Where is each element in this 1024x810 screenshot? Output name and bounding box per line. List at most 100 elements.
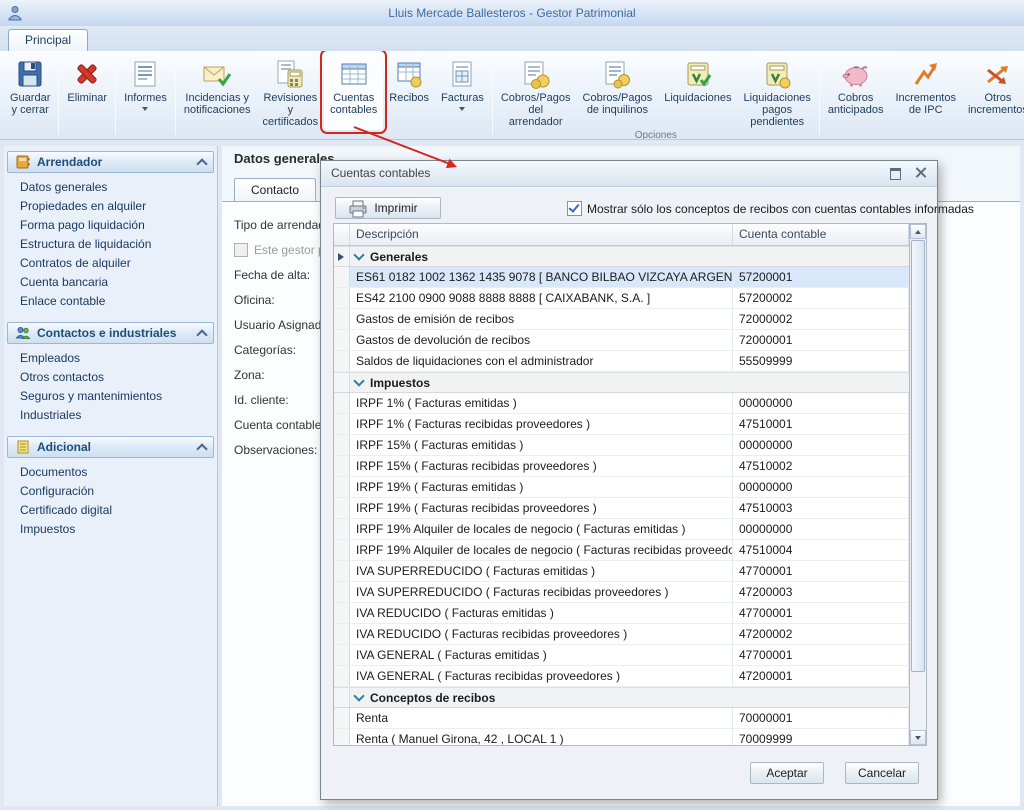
header-cuenta-contable[interactable]: Cuenta contable — [733, 224, 909, 245]
table-row[interactable]: IVA REDUCIDO ( Facturas emitidas )477000… — [334, 603, 909, 624]
table-row[interactable]: Renta ( Manuel Girona, 42 , LOCAL 1 )700… — [334, 729, 909, 745]
table-row[interactable]: IVA GENERAL ( Facturas emitidas )4770000… — [334, 645, 909, 666]
chevron-expanded-icon[interactable] — [353, 690, 364, 701]
table-row[interactable]: Gastos de devolución de recibos72000001 — [334, 330, 909, 351]
dialog-restore-icon[interactable] — [887, 166, 903, 180]
tab-principal[interactable]: Principal — [8, 29, 88, 51]
sidebar-item-propiedades-en-alquiler[interactable]: Propiedades en alquiler — [4, 197, 217, 216]
table-row[interactable]: Renta70000001 — [334, 708, 909, 729]
sidebar-item-empleados[interactable]: Empleados — [4, 349, 217, 368]
ribbon-button-incidencias-y-notificaciones[interactable]: Incidencias y notificaciones — [178, 53, 257, 130]
ribbon-button-label: Revisiones y certificados — [263, 92, 319, 128]
ribbon-button-cobros-pagos-del-arrendador[interactable]: Cobros/Pagos del arrendador — [495, 53, 577, 130]
row-gutter — [334, 288, 350, 308]
header-descripcion[interactable]: Descripción — [350, 224, 733, 245]
table-row[interactable]: IRPF 19% Alquiler de locales de negocio … — [334, 540, 909, 561]
cell-descripcion: IRPF 15% ( Facturas recibidas proveedore… — [350, 456, 733, 476]
table-group-row-conceptos-de-recibos[interactable]: Conceptos de recibos — [334, 687, 909, 708]
chevron-expanded-icon[interactable] — [353, 249, 364, 260]
notepad-icon — [15, 439, 31, 455]
tab-contacto[interactable]: Contacto — [234, 178, 316, 201]
sidebar-item-contratos-de-alquiler[interactable]: Contratos de alquiler — [4, 254, 217, 273]
dialog-titlebar[interactable]: Cuentas contables — [321, 161, 937, 187]
ribbon-button-label: Liquidaciones pagos pendientes — [744, 92, 811, 128]
ribbon-button-label: Cobros/Pagos del arrendador — [501, 92, 571, 128]
sidebar-group-arrendador[interactable]: Arrendador — [7, 151, 214, 173]
table-row[interactable]: IRPF 19% Alquiler de locales de negocio … — [334, 519, 909, 540]
dropdown-caret-icon — [142, 107, 148, 111]
sidebar-item-seguros-y-mantenimientos[interactable]: Seguros y mantenimientos — [4, 387, 217, 406]
sidebar-item-datos-generales[interactable]: Datos generales — [4, 178, 217, 197]
table-row[interactable]: IVA SUPERREDUCIDO ( Facturas recibidas p… — [334, 582, 909, 603]
ribbon-button-liquidaciones-pagos-pendientes[interactable]: Liquidaciones pagos pendientes — [738, 53, 817, 130]
sidebar-item-impuestos[interactable]: Impuestos — [4, 520, 217, 539]
ribbon-button-revisiones-y-certificados[interactable]: Revisiones y certificados — [257, 53, 325, 130]
table-row[interactable]: Saldos de liquidaciones con el administr… — [334, 351, 909, 372]
table-row[interactable]: IRPF 15% ( Facturas emitidas )00000000 — [334, 435, 909, 456]
accounts-table-icon — [338, 58, 370, 90]
ribbon-button-label: Recibos — [389, 92, 429, 104]
scroll-up-icon[interactable] — [910, 224, 926, 239]
sidebar-item-certificado-digital[interactable]: Certificado digital — [4, 501, 217, 520]
field-label: Categorías: — [234, 343, 296, 357]
table-scrollbar[interactable] — [909, 224, 926, 745]
ribbon-button-informes[interactable]: Informes — [118, 53, 173, 126]
ribbon-button-cobros-pagos-de-inquilinos[interactable]: Cobros/Pagos de inquilinos — [577, 53, 659, 130]
dialog-close-icon[interactable] — [913, 166, 929, 180]
ribbon-button-cuentas-contables[interactable]: Cuentas contables — [324, 53, 383, 130]
ribbon-group-buttons: Eliminar — [61, 53, 113, 126]
row-gutter — [334, 351, 350, 371]
table-group-row-impuestos[interactable]: Impuestos — [334, 372, 909, 393]
table-row[interactable]: ES42 2100 0900 9088 8888 8888 [ CAIXABAN… — [334, 288, 909, 309]
sidebar-group-adicional[interactable]: Adicional — [7, 436, 214, 458]
print-button[interactable]: Imprimir — [335, 197, 441, 219]
table-row[interactable]: IVA REDUCIDO ( Facturas recibidas provee… — [334, 624, 909, 645]
table-row[interactable]: IRPF 1% ( Facturas recibidas proveedores… — [334, 414, 909, 435]
chevron-expanded-icon[interactable] — [353, 375, 364, 386]
sidebar-item-enlace-contable[interactable]: Enlace contable — [4, 292, 217, 311]
ribbon-button-eliminar[interactable]: Eliminar — [61, 53, 113, 126]
accept-button[interactable]: Aceptar — [750, 762, 824, 784]
ribbon-button-otros-incrementos[interactable]: Otros incrementos — [962, 53, 1024, 126]
ribbon-button-label: Liquidaciones — [664, 92, 731, 104]
ribbon-button-incrementos-de-ipc[interactable]: Incrementos de IPC — [889, 53, 962, 126]
sidebar-item-documentos[interactable]: Documentos — [4, 463, 217, 482]
table-row[interactable]: IRPF 19% ( Facturas recibidas proveedore… — [334, 498, 909, 519]
row-gutter — [334, 435, 350, 455]
scroll-thumb[interactable] — [911, 240, 925, 672]
table-row[interactable]: IRPF 1% ( Facturas emitidas )00000000 — [334, 393, 909, 414]
row-gutter — [334, 519, 350, 539]
cell-descripcion: IRPF 19% ( Facturas recibidas proveedore… — [350, 498, 733, 518]
ribbon-button-liquidaciones[interactable]: Liquidaciones — [658, 53, 737, 130]
ribbon-button-recibos[interactable]: Recibos — [383, 53, 435, 130]
sidebar-item-estructura-de-liquidacion[interactable]: Estructura de liquidación — [4, 235, 217, 254]
ribbon-button-label: Guardar y cerrar — [10, 92, 50, 116]
ribbon-button-guardar-y-cerrar[interactable]: Guardar y cerrar — [4, 53, 56, 126]
table-row[interactable]: Gastos de emisión de recibos72000002 — [334, 309, 909, 330]
sidebar-item-cuenta-bancaria[interactable]: Cuenta bancaria — [4, 273, 217, 292]
table-row[interactable]: ES61 0182 1002 1362 1435 9078 [ BANCO BI… — [334, 267, 909, 288]
filter-checkbox[interactable] — [567, 201, 582, 216]
table-row[interactable]: IVA GENERAL ( Facturas recibidas proveed… — [334, 666, 909, 687]
sidebar-item-industriales[interactable]: Industriales — [4, 406, 217, 425]
scroll-down-icon[interactable] — [910, 730, 926, 745]
ribbon-button-facturas[interactable]: Facturas — [435, 53, 490, 130]
sidebar-item-forma-pago-liquidacion[interactable]: Forma pago liquidación — [4, 216, 217, 235]
filter-checkbox-row[interactable]: Mostrar sólo los conceptos de recibos co… — [567, 201, 974, 216]
ribbon-group-caption: Opciones — [495, 130, 817, 140]
table-group-row-generales[interactable]: Generales — [334, 246, 909, 267]
cell-descripcion: IVA SUPERREDUCIDO ( Facturas recibidas p… — [350, 582, 733, 602]
ribbon-button-cobros-anticipados[interactable]: Cobros anticipados — [822, 53, 890, 126]
disabled-checkbox[interactable] — [234, 243, 248, 257]
sidebar-item-otros-contactos[interactable]: Otros contactos — [4, 368, 217, 387]
table-row[interactable]: IRPF 15% ( Facturas recibidas proveedore… — [334, 456, 909, 477]
cancel-button[interactable]: Cancelar — [845, 762, 919, 784]
row-gutter — [334, 666, 350, 686]
table-row[interactable]: IVA SUPERREDUCIDO ( Facturas emitidas )4… — [334, 561, 909, 582]
cell-cuenta-contable: 47700001 — [733, 645, 909, 665]
sidebar-group-label: Arrendador — [37, 155, 102, 169]
sidebar-group-contactos-e-industriales[interactable]: Contactos e industriales — [7, 322, 214, 344]
print-button-label: Imprimir — [374, 201, 417, 215]
table-row[interactable]: IRPF 19% ( Facturas emitidas )00000000 — [334, 477, 909, 498]
sidebar-item-configuracion[interactable]: Configuración — [4, 482, 217, 501]
